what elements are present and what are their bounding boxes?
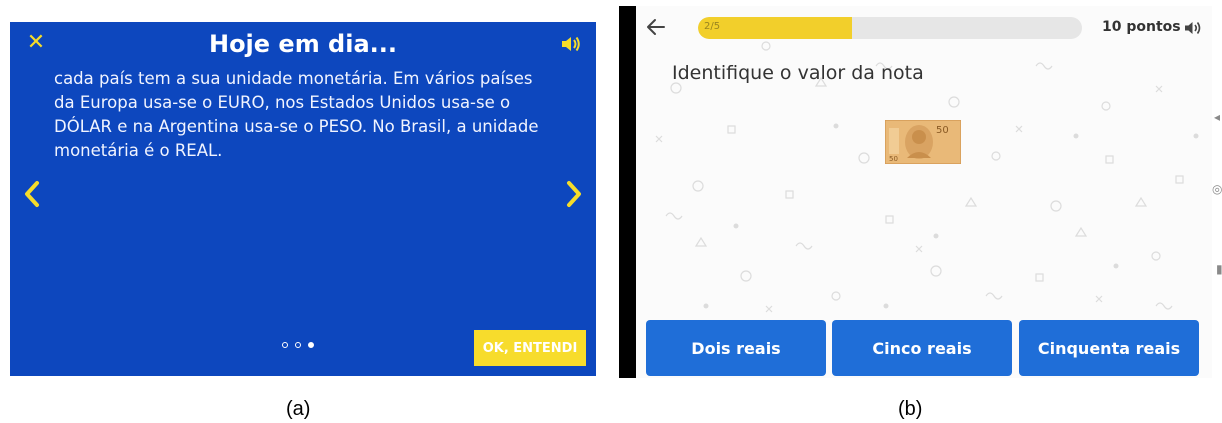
- answer-button-2[interactable]: Cinco reais: [832, 320, 1012, 376]
- chevron-left-icon[interactable]: [22, 180, 42, 208]
- points-counter: 10 pontos: [1102, 19, 1181, 35]
- edge-glyph: ◎: [1212, 182, 1222, 196]
- banknote-value-small: 50: [889, 155, 898, 163]
- edge-glyph: ◂: [1214, 110, 1221, 124]
- question-text: Identifique o valor da nota: [672, 62, 924, 84]
- lesson-card-panel: ✕ Hoje em dia... cada país tem a sua uni…: [10, 22, 596, 376]
- progress-label: 2/5: [704, 21, 721, 32]
- speaker-icon[interactable]: [1184, 20, 1202, 36]
- chevron-right-icon[interactable]: [564, 180, 584, 208]
- page-title: Hoje em dia...: [208, 30, 398, 58]
- edge-glyph: ▮: [1216, 262, 1222, 276]
- ok-button[interactable]: OK, ENTENDI: [474, 330, 586, 366]
- page-dot[interactable]: [282, 342, 288, 348]
- answer-button-3[interactable]: Cinquenta reais: [1019, 320, 1199, 376]
- lesson-text: cada país tem a sua unidade monetária. E…: [54, 69, 539, 160]
- progress-bar: 2/5: [698, 17, 1082, 39]
- page-indicator: [282, 342, 314, 348]
- back-arrow-icon[interactable]: [646, 18, 666, 36]
- page-dot[interactable]: [295, 342, 301, 348]
- banknote-value: 50: [936, 125, 949, 136]
- answer-button-1[interactable]: Dois reais: [646, 320, 826, 376]
- banknote-image: 50 50: [885, 120, 961, 164]
- caption-a: (a): [286, 398, 311, 420]
- black-bezel: [619, 6, 636, 378]
- speaker-icon[interactable]: [560, 34, 582, 54]
- page-dot-active[interactable]: [308, 342, 314, 348]
- quiz-screen-panel: 2/5 10 pontos Identifique o valor da not…: [636, 6, 1212, 378]
- progress-fill: [698, 17, 852, 39]
- caption-b: (b): [898, 398, 923, 420]
